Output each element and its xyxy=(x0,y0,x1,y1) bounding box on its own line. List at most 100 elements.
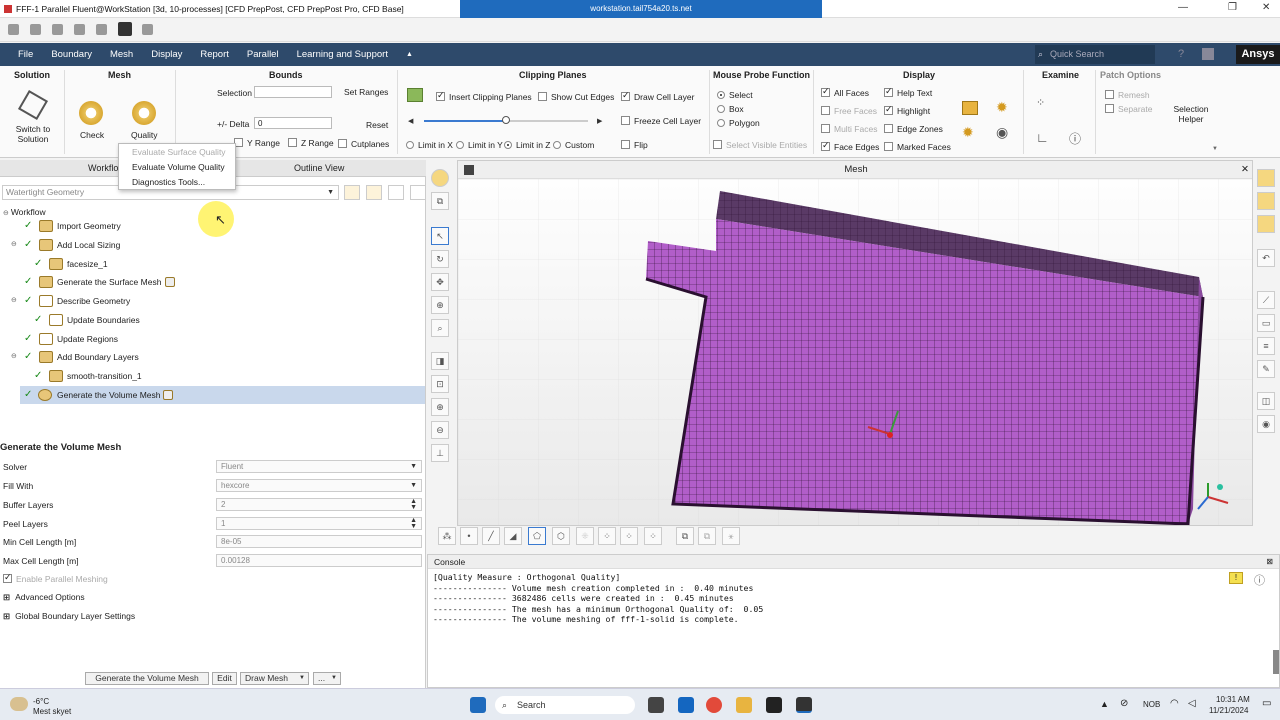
volume-icon[interactable]: ◁ xyxy=(1188,698,1196,709)
remesh-option[interactable]: Remesh xyxy=(1105,90,1150,100)
menu-report[interactable]: Report xyxy=(200,49,229,60)
tree-item-update-boundaries[interactable]: ✓ Update Boundaries xyxy=(0,311,426,329)
close-window-button[interactable]: ✕ xyxy=(1262,2,1270,13)
check-icon[interactable] xyxy=(79,101,103,125)
all-faces-option[interactable]: All Faces xyxy=(821,86,869,98)
probe-select-option[interactable]: Select xyxy=(717,90,753,100)
book-icon[interactable] xyxy=(1202,48,1214,60)
check-button[interactable]: Check xyxy=(80,130,104,140)
visibility-icon[interactable]: ◉ xyxy=(996,124,1008,141)
pan-icon[interactable]: ✥ xyxy=(431,273,449,291)
tree-item-generate-surface-mesh[interactable]: ✓ Generate the Surface Mesh xyxy=(0,273,426,291)
copy-view-icon[interactable]: ⧉ xyxy=(431,192,449,210)
peel-layers-stepper[interactable]: 1 ▲ ▼ xyxy=(216,517,422,530)
delta-input[interactable]: 0 xyxy=(254,117,332,129)
task-view-icon[interactable] xyxy=(648,697,664,713)
select-mode-icon[interactable]: ⁂ xyxy=(438,527,456,545)
rotate-icon[interactable]: ↻ xyxy=(431,250,449,268)
shade-icon[interactable] xyxy=(1257,192,1275,210)
examine-points-icon[interactable]: ⁘ xyxy=(1036,96,1045,109)
zone-icon[interactable]: ⁜ xyxy=(576,527,594,545)
zoom-out-icon[interactable]: ⊖ xyxy=(431,421,449,439)
z-range-option[interactable]: Z Range xyxy=(288,138,334,148)
fit-icon[interactable]: ⊡ xyxy=(431,375,449,393)
toolbar-icon[interactable] xyxy=(142,24,153,35)
clipping-slider-thumb[interactable] xyxy=(502,116,510,124)
filter-icon[interactable]: ⧉ xyxy=(676,527,694,545)
cell-icon[interactable]: ⬡ xyxy=(552,527,570,545)
y-range-option[interactable]: Y Range xyxy=(234,138,280,148)
warning-icon[interactable]: ! xyxy=(1229,572,1243,584)
menu-collapse-icon[interactable]: ▲ xyxy=(406,51,413,58)
lights-icon[interactable]: ✹ xyxy=(996,99,1008,116)
lighting-icon[interactable] xyxy=(1257,215,1275,233)
insert-clipping-option[interactable]: Insert Clipping Planes xyxy=(436,90,532,102)
global-bl-expander[interactable]: ⊞ Global Boundary Layer Settings xyxy=(3,611,135,622)
zoom-box-icon[interactable]: ⊕ xyxy=(431,398,449,416)
workbench-icon[interactable] xyxy=(118,22,132,36)
plot-icon[interactable]: ⟋ xyxy=(1257,291,1275,309)
workflow-help-icon[interactable] xyxy=(410,185,426,200)
slider-right-arrow[interactable]: ▶ xyxy=(597,117,602,125)
file-explorer-icon[interactable] xyxy=(736,697,752,713)
toolbar-icon[interactable] xyxy=(52,24,63,35)
face-edges-option[interactable]: Face Edges xyxy=(821,140,879,152)
help-icon[interactable]: ? xyxy=(1178,48,1184,60)
notes-icon[interactable]: ≡ xyxy=(1257,337,1275,355)
layout-icon[interactable]: ◫ xyxy=(1257,392,1275,410)
draw-mesh-button[interactable]: Draw Mesh ▼ xyxy=(240,672,309,685)
switch-solution-icon[interactable] xyxy=(17,89,49,121)
menu-mesh[interactable]: Mesh xyxy=(110,49,133,60)
polygon-select-icon[interactable]: ⬠ xyxy=(528,527,546,545)
layers-icon[interactable]: ⧉ xyxy=(698,527,716,545)
minimize-button[interactable]: — xyxy=(1178,2,1188,13)
tree-item-add-boundary-layers[interactable]: ⊖ ✓ Add Boundary Layers xyxy=(0,348,426,366)
limit-x-option[interactable]: Limit in X xyxy=(406,140,453,150)
flip-option[interactable]: Flip xyxy=(621,140,648,150)
quick-search-input[interactable]: ⌕ Quick Search xyxy=(1035,45,1155,64)
console-panel[interactable]: Console ⊠ ! ⓘ [Quality Measure : Orthogon… xyxy=(427,554,1280,688)
freeze-cell-layer-option[interactable]: Freeze Cell Layer xyxy=(621,116,701,126)
separate-option[interactable]: Separate xyxy=(1105,104,1153,114)
close-viewport-icon[interactable]: ✕ xyxy=(1241,161,1249,179)
edge-zones-option[interactable]: Edge Zones xyxy=(884,124,943,134)
more-button[interactable]: ... ▼ xyxy=(313,672,341,685)
colormap-icon[interactable]: ▭ xyxy=(1257,314,1275,332)
group-select-icon[interactable]: ⁘ xyxy=(620,527,638,545)
maximize-button[interactable]: ❐ xyxy=(1228,2,1237,13)
help-text-option[interactable]: Help Text xyxy=(884,86,932,98)
custom-option[interactable]: Custom xyxy=(553,140,594,150)
console-info-icon[interactable]: ⓘ xyxy=(1254,572,1265,588)
tree-item-add-local-sizing[interactable]: ⊖ ✓ Add Local Sizing xyxy=(0,236,426,254)
solver-select[interactable]: Fluent ▼ xyxy=(216,460,422,473)
tree-item-generate-volume-mesh[interactable]: ✓ Generate the Volume Mesh xyxy=(20,386,425,404)
selection-helper-button[interactable]: Selection Helper xyxy=(1167,104,1215,124)
free-faces-option[interactable]: Free Faces xyxy=(821,106,877,116)
advanced-options-expander[interactable]: ⊞ Advanced Options xyxy=(3,592,85,603)
start-icon[interactable] xyxy=(470,697,486,713)
annotate-icon[interactable]: ✎ xyxy=(1257,360,1275,378)
toolbar-icon[interactable] xyxy=(96,24,107,35)
weather-icon[interactable] xyxy=(10,697,28,711)
info-icon[interactable]: ⓘ xyxy=(1069,130,1081,147)
evaluate-volume-quality-item[interactable]: Evaluate Volume Quality xyxy=(119,159,235,174)
measure-icon[interactable]: ∟ xyxy=(1036,130,1049,145)
workflow-tool-icon[interactable] xyxy=(388,185,404,200)
workflow-tool-icon[interactable] xyxy=(366,185,382,200)
cutplanes-option[interactable]: Cutplanes xyxy=(338,139,389,149)
language-indicator[interactable]: NOB xyxy=(1143,700,1160,709)
wifi-icon[interactable]: ◠ xyxy=(1170,698,1179,709)
buffer-layers-stepper[interactable]: 2 ▲ ▼ xyxy=(216,498,422,511)
slider-left-arrow[interactable]: ◀ xyxy=(408,117,413,125)
multi-faces-option[interactable]: Multi Faces xyxy=(821,124,877,134)
view-icon[interactable] xyxy=(431,169,449,187)
toolbar-icon[interactable] xyxy=(74,24,85,35)
menu-boundary[interactable]: Boundary xyxy=(51,49,92,60)
menu-learning[interactable]: Learning and Support xyxy=(297,49,388,60)
selection-input[interactable] xyxy=(254,86,332,98)
menu-display[interactable]: Display xyxy=(151,49,182,60)
clock-date[interactable]: 11/21/2024 xyxy=(1209,706,1248,715)
chrome-icon[interactable] xyxy=(706,697,722,713)
diagnostics-tools-item[interactable]: Diagnostics Tools... xyxy=(119,174,235,189)
generate-volume-mesh-button[interactable]: Generate the Volume Mesh xyxy=(85,672,209,685)
